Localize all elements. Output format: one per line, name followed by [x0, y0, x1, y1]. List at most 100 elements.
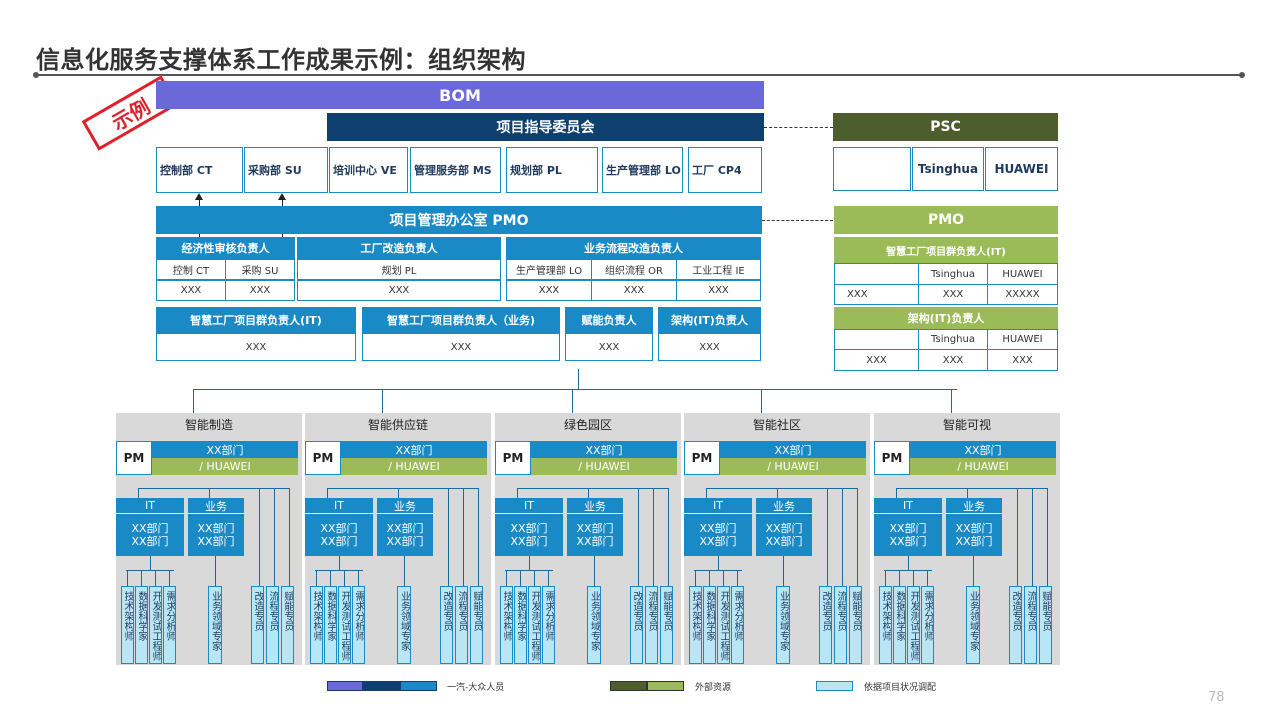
- role-box: 开发测试工程师: [338, 586, 351, 664]
- role-label: 赋能专员: [1040, 591, 1051, 631]
- it-drop: [908, 556, 909, 570]
- column-drop: [951, 389, 952, 413]
- dept-label: XX部门: [720, 441, 866, 458]
- factory-rework-head: 工厂改造负责人: [297, 237, 501, 259]
- biz-drop: [783, 556, 784, 586]
- group-col: 生产管理部 LO: [506, 259, 592, 280]
- it-drop: [150, 556, 151, 570]
- role-label: 流程专员: [267, 591, 278, 631]
- role-box: 改造专员: [440, 586, 453, 664]
- role-box: 技术架构师: [310, 586, 323, 664]
- lead-val: XXX: [658, 333, 761, 361]
- role-drop: [709, 570, 710, 586]
- role-box: 技术架构师: [689, 586, 702, 664]
- role-label: 开发测试工程师: [339, 591, 350, 661]
- role-box: 改造专员: [251, 586, 264, 664]
- right-val: XXX: [834, 349, 919, 371]
- legend-swatch-lightblue: [816, 681, 853, 691]
- pm-box: PM: [305, 441, 341, 475]
- role-box: 需求分析师: [542, 586, 555, 664]
- right-arch-head: 架构(IT)负责人: [834, 307, 1058, 329]
- role-drop: [316, 570, 317, 586]
- role-label: 开发测试工程师: [718, 591, 729, 661]
- column-title: 智能供应链: [367, 417, 428, 432]
- role-label: 赋能专员: [850, 591, 861, 631]
- drop-line: [588, 488, 589, 498]
- steering-committee: 项目指导委员会: [327, 113, 764, 141]
- it-drop: [718, 556, 719, 570]
- huawei-label: / HUAWEI: [910, 458, 1056, 475]
- it-body: XX部门 XX部门: [874, 514, 942, 556]
- role-box: 数据科学家: [514, 586, 527, 664]
- psc-cell-tsinghua: Tsinghua: [912, 147, 984, 191]
- role-drop: [520, 570, 521, 586]
- dept-box: 生产管理部 LO: [602, 147, 683, 193]
- biz-head: 业务: [377, 498, 433, 514]
- title-rule: [36, 74, 1242, 76]
- role-label: 需求分析师: [164, 591, 175, 641]
- huawei-label: / HUAWEI: [720, 458, 866, 475]
- branch-line: [398, 488, 478, 489]
- role-drop: [695, 570, 696, 586]
- role-box: 技术架构师: [500, 586, 513, 664]
- specialist-drop: [857, 488, 858, 586]
- role-label: 技术架构师: [501, 591, 512, 641]
- specialist-drop: [827, 488, 828, 586]
- role-box: 业务领域专家: [397, 586, 411, 664]
- role-box: 业务领域专家: [776, 586, 790, 664]
- dept-label: XX部门: [341, 441, 487, 458]
- column-title: 绿色园区: [563, 417, 612, 432]
- it-body: XX部门 XX部门: [116, 514, 184, 556]
- branch-line: [209, 488, 289, 489]
- branch-line: [588, 488, 668, 489]
- role-label: 技术架构师: [122, 591, 133, 641]
- role-label: 赋能专员: [282, 591, 293, 631]
- role-box: 流程专员: [266, 586, 279, 664]
- role-drop: [885, 570, 886, 586]
- huawei-label: / HUAWEI: [152, 458, 298, 475]
- lead-val: XXX: [565, 333, 653, 361]
- role-label: 开发测试工程师: [908, 591, 919, 661]
- role-label: 改造专员: [820, 591, 831, 631]
- it-head: IT: [495, 498, 563, 514]
- role-label: 开发测试工程师: [529, 591, 540, 661]
- role-box: 数据科学家: [703, 586, 716, 664]
- role-label: 业务领域专家: [209, 591, 221, 651]
- biz-head: 业务: [567, 498, 623, 514]
- right-val: XXX: [834, 284, 919, 305]
- biz-body: XX部门 XX部门: [946, 514, 1002, 556]
- role-label: 数据科学家: [136, 591, 147, 641]
- role-label: 需求分析师: [543, 591, 554, 641]
- dept-box: 工厂 CP4: [688, 147, 762, 193]
- role-box: 数据科学家: [324, 586, 337, 664]
- role-label: 赋能专员: [471, 591, 482, 631]
- branch-line: [967, 488, 1047, 489]
- drop-line: [138, 488, 139, 498]
- drop-line: [896, 488, 897, 498]
- it-head: IT: [874, 498, 942, 514]
- role-label: 流程专员: [1025, 591, 1036, 631]
- right-val: XXX: [987, 349, 1058, 371]
- group-val: XXX: [156, 280, 226, 301]
- drop-line: [967, 488, 968, 498]
- role-label: 业务领域专家: [967, 591, 979, 651]
- lead-head: 智慧工厂项目群负责人（业务): [362, 307, 560, 333]
- biz-body: XX部门 XX部门: [188, 514, 244, 556]
- role-box: 开发测试工程师: [528, 586, 541, 664]
- specialist-drop: [1047, 488, 1048, 586]
- role-box: 开发测试工程师: [907, 586, 920, 664]
- page-number: 78: [1208, 690, 1225, 705]
- role-box: 赋能专员: [660, 586, 673, 664]
- dept-box: 规划部 PL: [506, 147, 598, 193]
- role-box: 改造专员: [819, 586, 832, 664]
- legend-swatch-darkblue: [363, 681, 400, 691]
- dept-label: XX部门: [910, 441, 1056, 458]
- role-box: 赋能专员: [281, 586, 294, 664]
- role-drop: [344, 570, 345, 586]
- specialist-drop: [668, 488, 669, 586]
- biz-body: XX部门 XX部门: [756, 514, 812, 556]
- role-box: 业务领域专家: [208, 586, 222, 664]
- page-title: 信息化服务支撑体系工作成果示例：组织架构: [36, 46, 526, 74]
- right-val: XXXXX: [987, 284, 1058, 305]
- group-col: 工业工程 IE: [676, 259, 761, 280]
